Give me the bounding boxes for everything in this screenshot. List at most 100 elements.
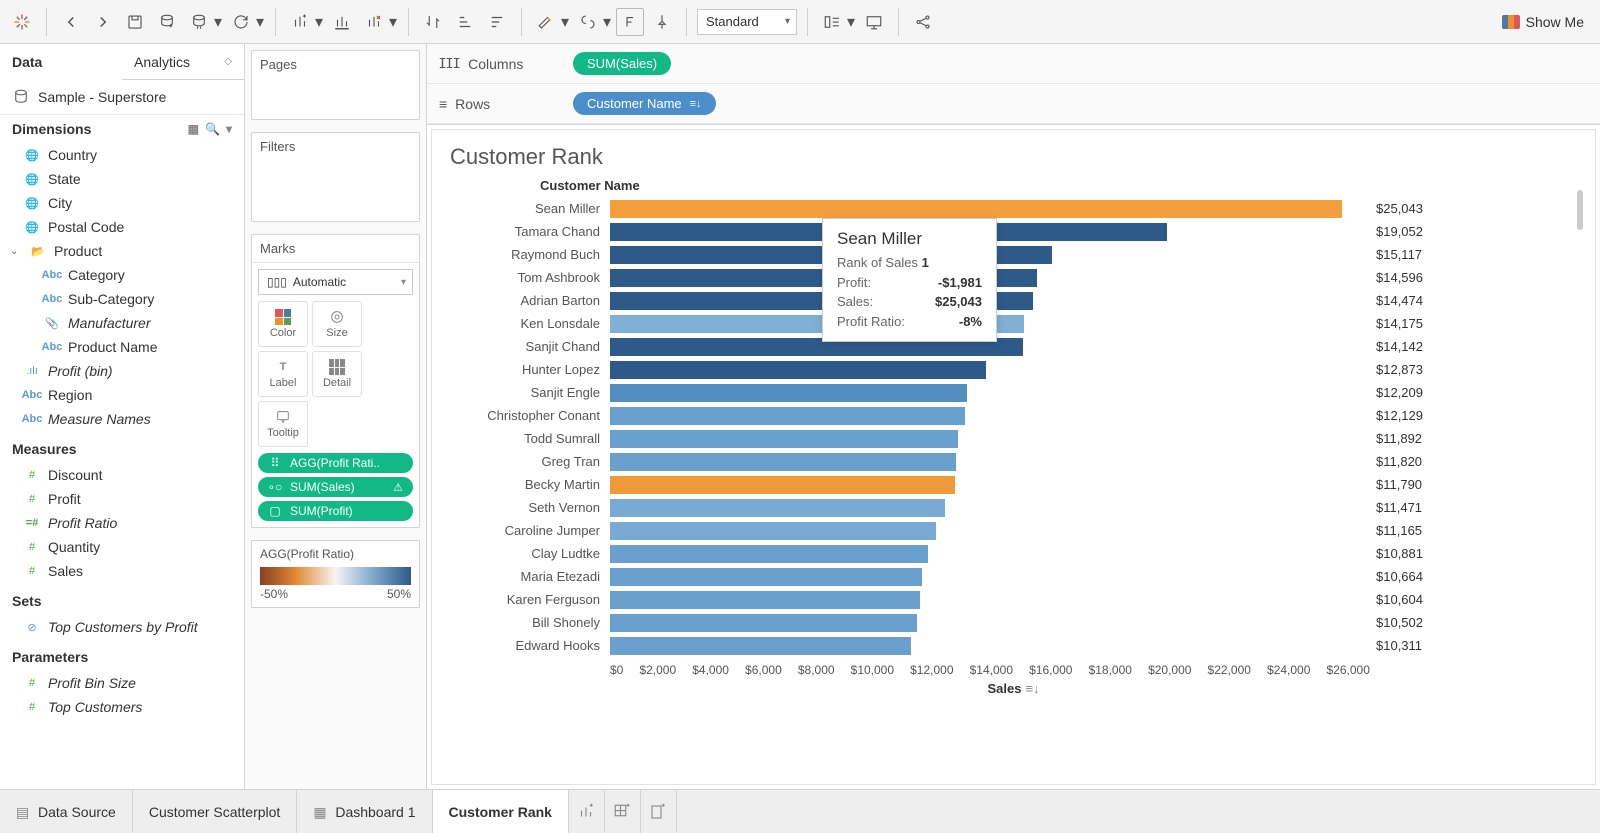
field-sales[interactable]: #Sales — [0, 559, 244, 583]
bar-fill[interactable] — [610, 384, 967, 402]
bar-row[interactable]: Raymond Buch$15,117 — [450, 243, 1577, 266]
caret-down-icon[interactable]: ▾ — [213, 8, 223, 36]
search-icon[interactable]: 🔍 — [205, 122, 220, 136]
sort-axis-icon[interactable]: ≡↓ — [1025, 681, 1039, 696]
bar-row[interactable]: Clay Ludtke$10,881 — [450, 542, 1577, 565]
caret-down-icon[interactable]: ▾ — [602, 8, 612, 36]
bar-row[interactable]: Maria Etezadi$10,664 — [450, 565, 1577, 588]
mark-pill-sumprofit[interactable]: ▢SUM(Profit) — [258, 501, 413, 521]
tab-data[interactable]: Data — [0, 44, 122, 79]
group-icon[interactable] — [574, 8, 602, 36]
caret-down-icon[interactable]: ▾ — [560, 8, 570, 36]
tab-scatterplot[interactable]: Customer Scatterplot — [133, 790, 298, 833]
caret-down-icon[interactable]: ▾ — [314, 8, 324, 36]
show-me-button[interactable]: Show Me — [1494, 14, 1592, 30]
tab-customer-rank[interactable]: Customer Rank — [433, 790, 569, 833]
new-datasource-icon[interactable] — [153, 8, 181, 36]
bar-fill[interactable] — [610, 499, 945, 517]
pages-shelf[interactable]: Pages — [251, 50, 420, 120]
param-topcustomers[interactable]: #Top Customers — [0, 695, 244, 719]
bar-fill[interactable] — [610, 476, 955, 494]
sort-asc-icon[interactable] — [451, 8, 479, 36]
viz-canvas[interactable]: Customer Rank Customer Name Sean Miller$… — [431, 129, 1596, 785]
color-legend[interactable]: AGG(Profit Ratio) -50%50% — [251, 540, 420, 608]
tab-datasource[interactable]: ▤Data Source — [0, 790, 133, 833]
refresh-icon[interactable] — [227, 8, 255, 36]
field-quantity[interactable]: #Quantity — [0, 535, 244, 559]
mark-color-button[interactable]: Color — [258, 301, 308, 347]
bar-row[interactable]: Sanjit Engle$12,209 — [450, 381, 1577, 404]
highlight-icon[interactable] — [532, 8, 560, 36]
pill-sum-sales[interactable]: SUM(Sales) — [573, 52, 671, 75]
field-profitratio[interactable]: =#Profit Ratio — [0, 511, 244, 535]
label-icon[interactable] — [616, 8, 644, 36]
bar-row[interactable]: Edward Hooks$10,311 — [450, 634, 1577, 657]
caret-down-icon[interactable]: ▾ — [255, 8, 265, 36]
back-icon[interactable] — [57, 8, 85, 36]
mark-type-select[interactable]: ▯▯▯Automatic — [258, 269, 413, 295]
bar-fill[interactable] — [610, 614, 917, 632]
bar-row[interactable]: Tom Ashbrook$14,596 — [450, 266, 1577, 289]
bar-row[interactable]: Greg Tran$11,820 — [450, 450, 1577, 473]
caret-down-icon[interactable]: ▾ — [846, 8, 856, 36]
swap-icon[interactable] — [419, 8, 447, 36]
bar-row[interactable]: Adrian Barton$14,474 — [450, 289, 1577, 312]
field-topcust[interactable]: ⊘Top Customers by Profit — [0, 615, 244, 639]
pin-icon[interactable] — [648, 8, 676, 36]
fit-select[interactable]: Standard — [697, 9, 797, 35]
field-productname[interactable]: AbcProduct Name — [0, 335, 244, 359]
bar-fill[interactable] — [610, 545, 928, 563]
field-category[interactable]: AbcCategory — [0, 263, 244, 287]
field-country[interactable]: 🌐Country — [0, 143, 244, 167]
vertical-scrollbar[interactable] — [1577, 190, 1583, 230]
duplicate-icon[interactable] — [328, 8, 356, 36]
field-postal[interactable]: 🌐Postal Code — [0, 215, 244, 239]
bar-fill[interactable] — [610, 430, 958, 448]
field-product[interactable]: ⌄📂Product — [0, 239, 244, 263]
field-profitbin[interactable]: .ılıProfit (bin) — [0, 359, 244, 383]
caret-down-icon[interactable]: ▾ — [388, 8, 398, 36]
bar-row[interactable]: Becky Martin$11,790 — [450, 473, 1577, 496]
datasource-row[interactable]: Sample - Superstore — [0, 80, 244, 115]
bar-row[interactable]: Hunter Lopez$12,873 — [450, 358, 1577, 381]
bar-row[interactable]: Sean Miller$25,043 — [450, 197, 1577, 220]
mark-tooltip-button[interactable]: Tooltip — [258, 401, 308, 447]
bar-fill[interactable] — [610, 522, 936, 540]
field-state[interactable]: 🌐State — [0, 167, 244, 191]
new-worksheet-icon[interactable] — [286, 8, 314, 36]
bar-row[interactable]: Todd Sumrall$11,892 — [450, 427, 1577, 450]
tableau-logo-icon[interactable] — [8, 8, 36, 36]
field-discount[interactable]: #Discount — [0, 463, 244, 487]
columns-shelf[interactable]: ⵊⵊⵊColumns SUM(Sales) — [427, 44, 1600, 84]
pause-updates-icon[interactable] — [185, 8, 213, 36]
field-subcategory[interactable]: AbcSub-Category — [0, 287, 244, 311]
filters-shelf[interactable]: Filters — [251, 132, 420, 222]
rows-shelf[interactable]: ≡Rows Customer Name≡↓ — [427, 84, 1600, 124]
bar-row[interactable]: Caroline Jumper$11,165 — [450, 519, 1577, 542]
save-icon[interactable] — [121, 8, 149, 36]
bar-row[interactable]: Seth Vernon$11,471 — [450, 496, 1577, 519]
bar-fill[interactable] — [610, 637, 911, 655]
mark-detail-button[interactable]: Detail — [312, 351, 362, 397]
field-region[interactable]: AbcRegion — [0, 383, 244, 407]
bar-row[interactable]: Ken Lonsdale$14,175 — [450, 312, 1577, 335]
new-story-button[interactable] — [641, 790, 677, 833]
field-manufacturer[interactable]: 📎Manufacturer — [0, 311, 244, 335]
bar-fill[interactable] — [610, 200, 1342, 218]
new-sheet-button[interactable] — [569, 790, 605, 833]
sheet-title[interactable]: Customer Rank — [450, 144, 1577, 170]
field-measurenames[interactable]: AbcMeasure Names — [0, 407, 244, 431]
clear-icon[interactable] — [360, 8, 388, 36]
mark-pill-sumsales[interactable]: ∘○SUM(Sales)⚠ — [258, 477, 413, 497]
sort-desc-icon[interactable] — [483, 8, 511, 36]
menu-caret-icon[interactable]: ▾ — [226, 122, 232, 136]
new-dashboard-button[interactable] — [605, 790, 641, 833]
mark-label-button[interactable]: TLabel — [258, 351, 308, 397]
bar-fill[interactable] — [610, 591, 920, 609]
bar-row[interactable]: Bill Shonely$10,502 — [450, 611, 1577, 634]
forward-icon[interactable] — [89, 8, 117, 36]
bar-fill[interactable] — [610, 568, 922, 586]
tab-dashboard1[interactable]: ▦Dashboard 1 — [297, 790, 432, 833]
bar-fill[interactable] — [610, 407, 965, 425]
bar-row[interactable]: Karen Ferguson$10,604 — [450, 588, 1577, 611]
